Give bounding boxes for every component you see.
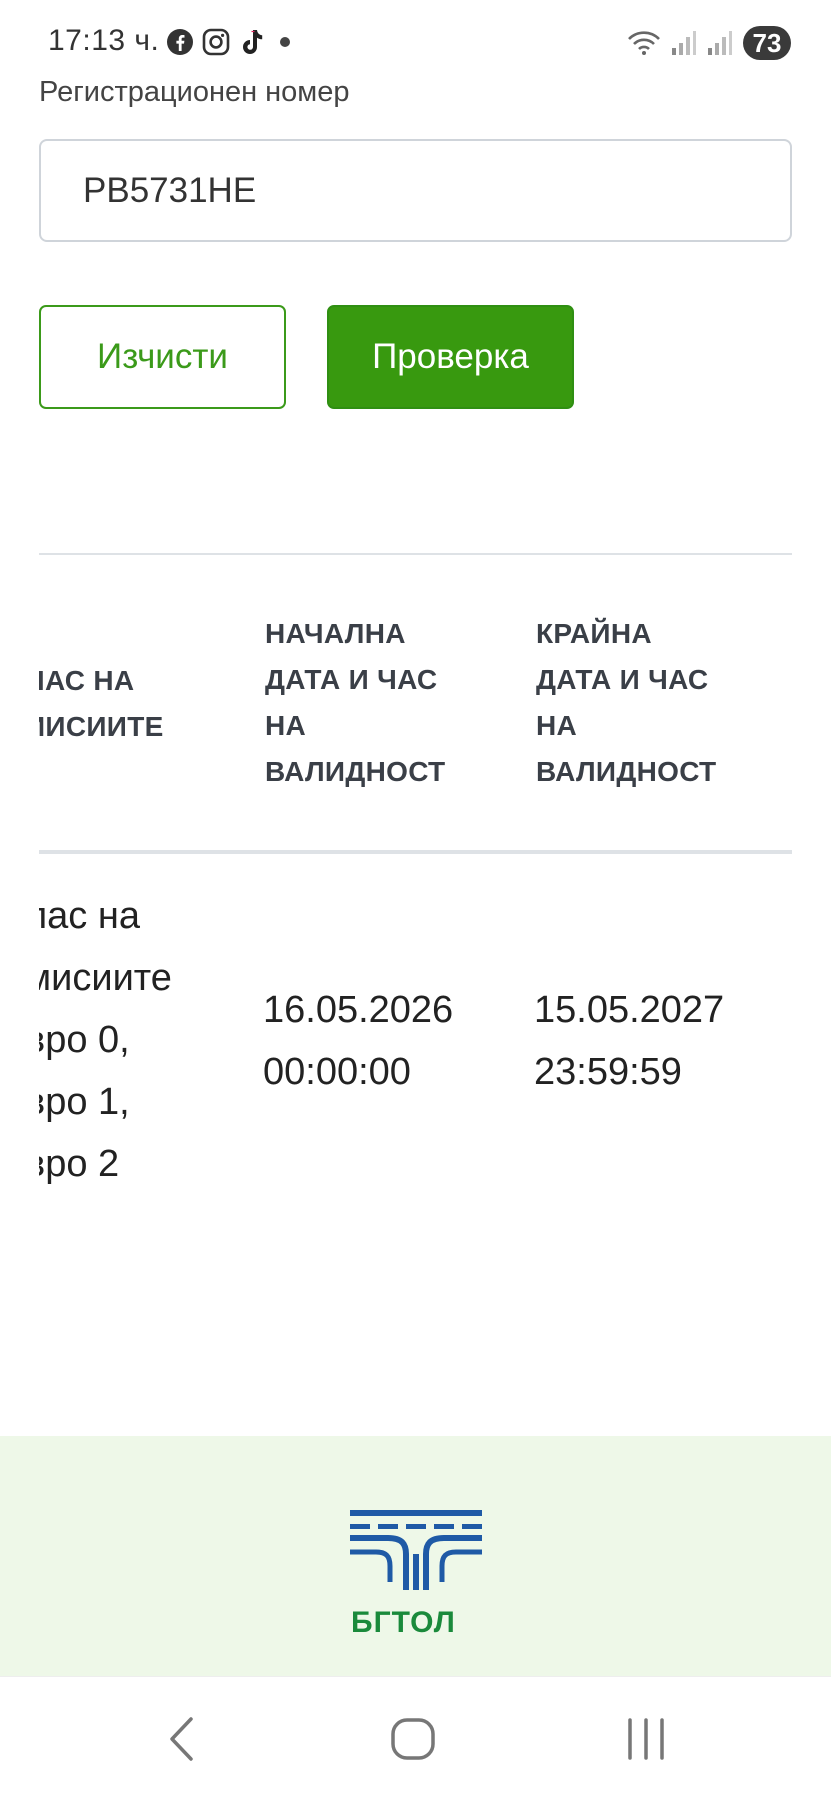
tiktok-icon <box>243 30 263 54</box>
results-table[interactable]: ЛАС НА ИИСИИТЕ НАЧАЛНА ДАТА И ЧАС НА ВАЛ… <box>39 555 792 1255</box>
battery-indicator: 73 <box>743 26 791 60</box>
signal-icon <box>672 31 696 55</box>
dot-icon <box>280 37 290 47</box>
header-end-date: КРАЙНА ДАТА И ЧАС НА ВАЛИДНОСТ <box>536 611 716 795</box>
cell-line: мисиите <box>39 957 172 999</box>
cell-line: вро 2 <box>39 1143 120 1185</box>
cell-line: лас на <box>39 895 140 937</box>
header-line: ДАТА И ЧАС <box>536 664 709 695</box>
header-start-date: НАЧАЛНА ДАТА И ЧАС НА ВАЛИДНОСТ <box>265 611 445 795</box>
back-button[interactable] <box>152 1713 212 1765</box>
status-time: 17:13 ч. <box>48 24 160 57</box>
recent-apps-button[interactable] <box>616 1713 676 1765</box>
header-line: КРАЙНА <box>536 618 652 649</box>
cell-line: 15.05.2027 <box>534 989 725 1031</box>
cell-line: 23:59:59 <box>534 1051 682 1093</box>
check-button[interactable]: Проверка <box>327 305 574 409</box>
status-app-icons <box>166 27 296 57</box>
facebook-icon <box>167 29 193 55</box>
registration-number-input[interactable] <box>39 139 792 242</box>
header-line: ВАЛИДНОСТ <box>536 756 717 787</box>
header-line: ИИСИИТЕ <box>39 711 164 742</box>
registration-label: Регистрационен номер <box>39 76 350 108</box>
header-separator <box>39 850 792 854</box>
back-icon <box>170 1717 193 1761</box>
cell-start-date: 16.05.2026 00:00:00 <box>263 979 453 1103</box>
header-line: НА <box>265 710 307 741</box>
signal-icon-2 <box>708 31 732 55</box>
cell-end-date: 15.05.2027 23:59:59 <box>534 979 724 1103</box>
cell-emission-class: лас на мисиите вро 0, вро 1, вро 2 <box>39 885 172 1195</box>
home-icon <box>391 1718 435 1760</box>
recent-apps-icon <box>628 1718 664 1760</box>
header-emission-class: ЛАС НА ИИСИИТЕ <box>39 658 164 750</box>
navigation-bar <box>0 1676 831 1800</box>
header-line: НА <box>536 710 578 741</box>
header-line: НАЧАЛНА <box>265 618 406 649</box>
header-line: ДАТА И ЧАС <box>265 664 438 695</box>
cell-line: вро 0, <box>39 1019 130 1061</box>
status-bar: 17:13 ч. 73 <box>0 0 831 86</box>
instagram-icon <box>202 28 230 56</box>
wifi-icon <box>628 31 660 55</box>
clear-button[interactable]: Изчисти <box>39 305 286 409</box>
bgtol-logo-text: БГТОЛ <box>351 1606 456 1639</box>
status-right: 73 <box>627 26 791 60</box>
cell-line: вро 1, <box>39 1081 130 1123</box>
cell-line: 00:00:00 <box>263 1051 411 1093</box>
cell-line: 16.05.2026 <box>263 989 454 1031</box>
header-line: ВАЛИДНОСТ <box>265 756 446 787</box>
header-line: ЛАС НА <box>39 665 135 696</box>
home-button[interactable] <box>383 1713 443 1765</box>
